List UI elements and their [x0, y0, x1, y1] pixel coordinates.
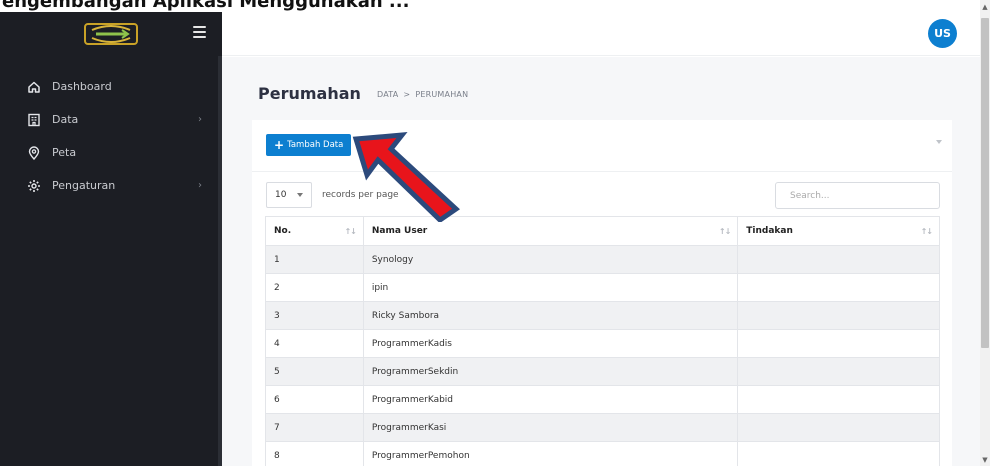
data-card: + Tambah Data 10 records per page Search… — [252, 120, 952, 466]
sort-icon: ↑↓ — [920, 227, 933, 236]
chevron-right-icon: › — [198, 180, 202, 191]
cell-tindakan — [737, 413, 940, 442]
cell-no: 5 — [265, 357, 364, 386]
sidebar-item-peta[interactable]: Peta — [0, 136, 218, 169]
chevron-right-icon: › — [198, 114, 202, 125]
sidebar-item-label: Pengaturan — [52, 179, 116, 192]
column-header-nama-user[interactable]: Nama User ↑↓ — [362, 216, 739, 246]
user-avatar[interactable]: US — [928, 19, 957, 48]
topbar: US — [222, 12, 980, 56]
table-row: 5 ProgrammerSekdin — [265, 357, 940, 386]
table-row: 8 ProgrammerPemohon — [265, 441, 940, 466]
table-row: 4 ProgrammerKadis — [265, 329, 940, 358]
chevron-down-icon — [297, 193, 303, 197]
breadcrumb: DATA > PERUMAHAN — [377, 90, 468, 99]
card-collapse-icon[interactable] — [936, 140, 942, 144]
cell-nama-user: ProgrammerKabid — [362, 385, 739, 414]
home-icon — [28, 81, 40, 93]
search-input[interactable]: Search... — [775, 182, 940, 209]
cut-window-title: engembangan Aplikasi Menggunakan ... — [0, 0, 980, 12]
breadcrumb-separator: > — [403, 90, 411, 99]
cell-no: 8 — [265, 441, 364, 466]
cell-tindakan — [737, 273, 940, 302]
page-length-value: 10 — [275, 190, 287, 200]
column-header-label: No. — [274, 226, 292, 236]
cell-no: 2 — [265, 273, 364, 302]
add-data-label: Tambah Data — [287, 140, 344, 150]
app-root: engembangan Aplikasi Menggunakan ... Das… — [0, 0, 990, 466]
sidebar-nav: Dashboard Data › Peta Pengaturan › — [0, 70, 218, 202]
cell-tindakan — [737, 301, 940, 330]
cell-no: 4 — [265, 329, 364, 358]
main-content: Perumahan DATA > PERUMAHAN + Tambah Data 1… — [222, 57, 980, 466]
page-title: Perumahan — [258, 84, 361, 103]
sidebar-item-label: Dashboard — [52, 80, 112, 93]
sidebar-brand — [0, 12, 222, 56]
app-logo-icon[interactable] — [84, 23, 138, 45]
cell-nama-user: ProgrammerKasi — [362, 413, 739, 442]
sidebar-item-dashboard[interactable]: Dashboard — [0, 70, 218, 103]
add-data-button[interactable]: + Tambah Data — [266, 134, 352, 156]
breadcrumb-item-data[interactable]: DATA — [377, 90, 398, 99]
cell-no: 6 — [265, 385, 364, 414]
table-row: 1 Synology — [265, 245, 940, 274]
cell-no: 7 — [265, 413, 364, 442]
cell-tindakan — [737, 357, 940, 386]
sort-icon: ↑↓ — [718, 227, 731, 236]
gear-icon — [28, 179, 40, 192]
cell-tindakan — [737, 441, 940, 466]
map-pin-icon — [28, 145, 40, 160]
cell-nama-user: ProgrammerSekdin — [362, 357, 739, 386]
table-header-row: No. ↑↓ Nama User ↑↓ Tindakan ↑↓ — [265, 216, 940, 246]
sort-icon: ↑↓ — [344, 227, 356, 236]
scroll-down-icon[interactable]: ▼ — [982, 456, 988, 464]
sidebar-item-data[interactable]: Data › — [0, 103, 218, 136]
card-divider — [252, 171, 952, 172]
scrollbar-thumb[interactable] — [981, 18, 989, 348]
page-length-select[interactable]: 10 — [266, 182, 312, 208]
cell-tindakan — [737, 329, 940, 358]
cell-nama-user: ipin — [362, 273, 739, 302]
column-header-no[interactable]: No. ↑↓ — [265, 216, 364, 246]
scroll-up-icon[interactable]: ▲ — [982, 3, 988, 11]
cell-nama-user: Ricky Sambora — [362, 301, 739, 330]
sidebar: Dashboard Data › Peta Pengaturan › — [0, 12, 222, 466]
table-row: 2 ipin — [265, 273, 940, 302]
sidebar-item-pengaturan[interactable]: Pengaturan › — [0, 169, 218, 202]
column-header-label: Tindakan — [746, 226, 793, 236]
cell-nama-user: Synology — [362, 245, 739, 274]
table-row: 6 ProgrammerKabid — [265, 385, 940, 414]
column-header-label: Nama User — [371, 226, 428, 236]
cell-nama-user: ProgrammerPemohon — [362, 441, 739, 466]
cut-title-text: engembangan Aplikasi Menggunakan ... — [2, 0, 410, 12]
sidebar-item-label: Data — [52, 113, 79, 126]
cell-tindakan — [737, 245, 940, 274]
sidebar-item-label: Peta — [52, 146, 77, 159]
cell-no: 1 — [265, 245, 364, 274]
page-scrollbar[interactable]: ▲ ▼ — [980, 0, 990, 466]
table-row: 7 ProgrammerKasi — [265, 413, 940, 442]
page-length-label: records per page — [322, 190, 399, 200]
cell-nama-user: ProgrammerKadis — [362, 329, 739, 358]
cell-tindakan — [737, 385, 940, 414]
menu-toggle-icon[interactable] — [193, 26, 206, 38]
plus-icon: + — [274, 138, 285, 152]
breadcrumb-item-perumahan: PERUMAHAN — [415, 90, 469, 99]
table-row: 3 Ricky Sambora — [265, 301, 940, 330]
data-building-icon — [28, 113, 40, 126]
user-table: No. ↑↓ Nama User ↑↓ Tindakan ↑↓ 1 Synology 2… — [265, 216, 940, 466]
cell-no: 3 — [265, 301, 364, 330]
column-header-tindakan[interactable]: Tindakan ↑↓ — [737, 216, 940, 246]
